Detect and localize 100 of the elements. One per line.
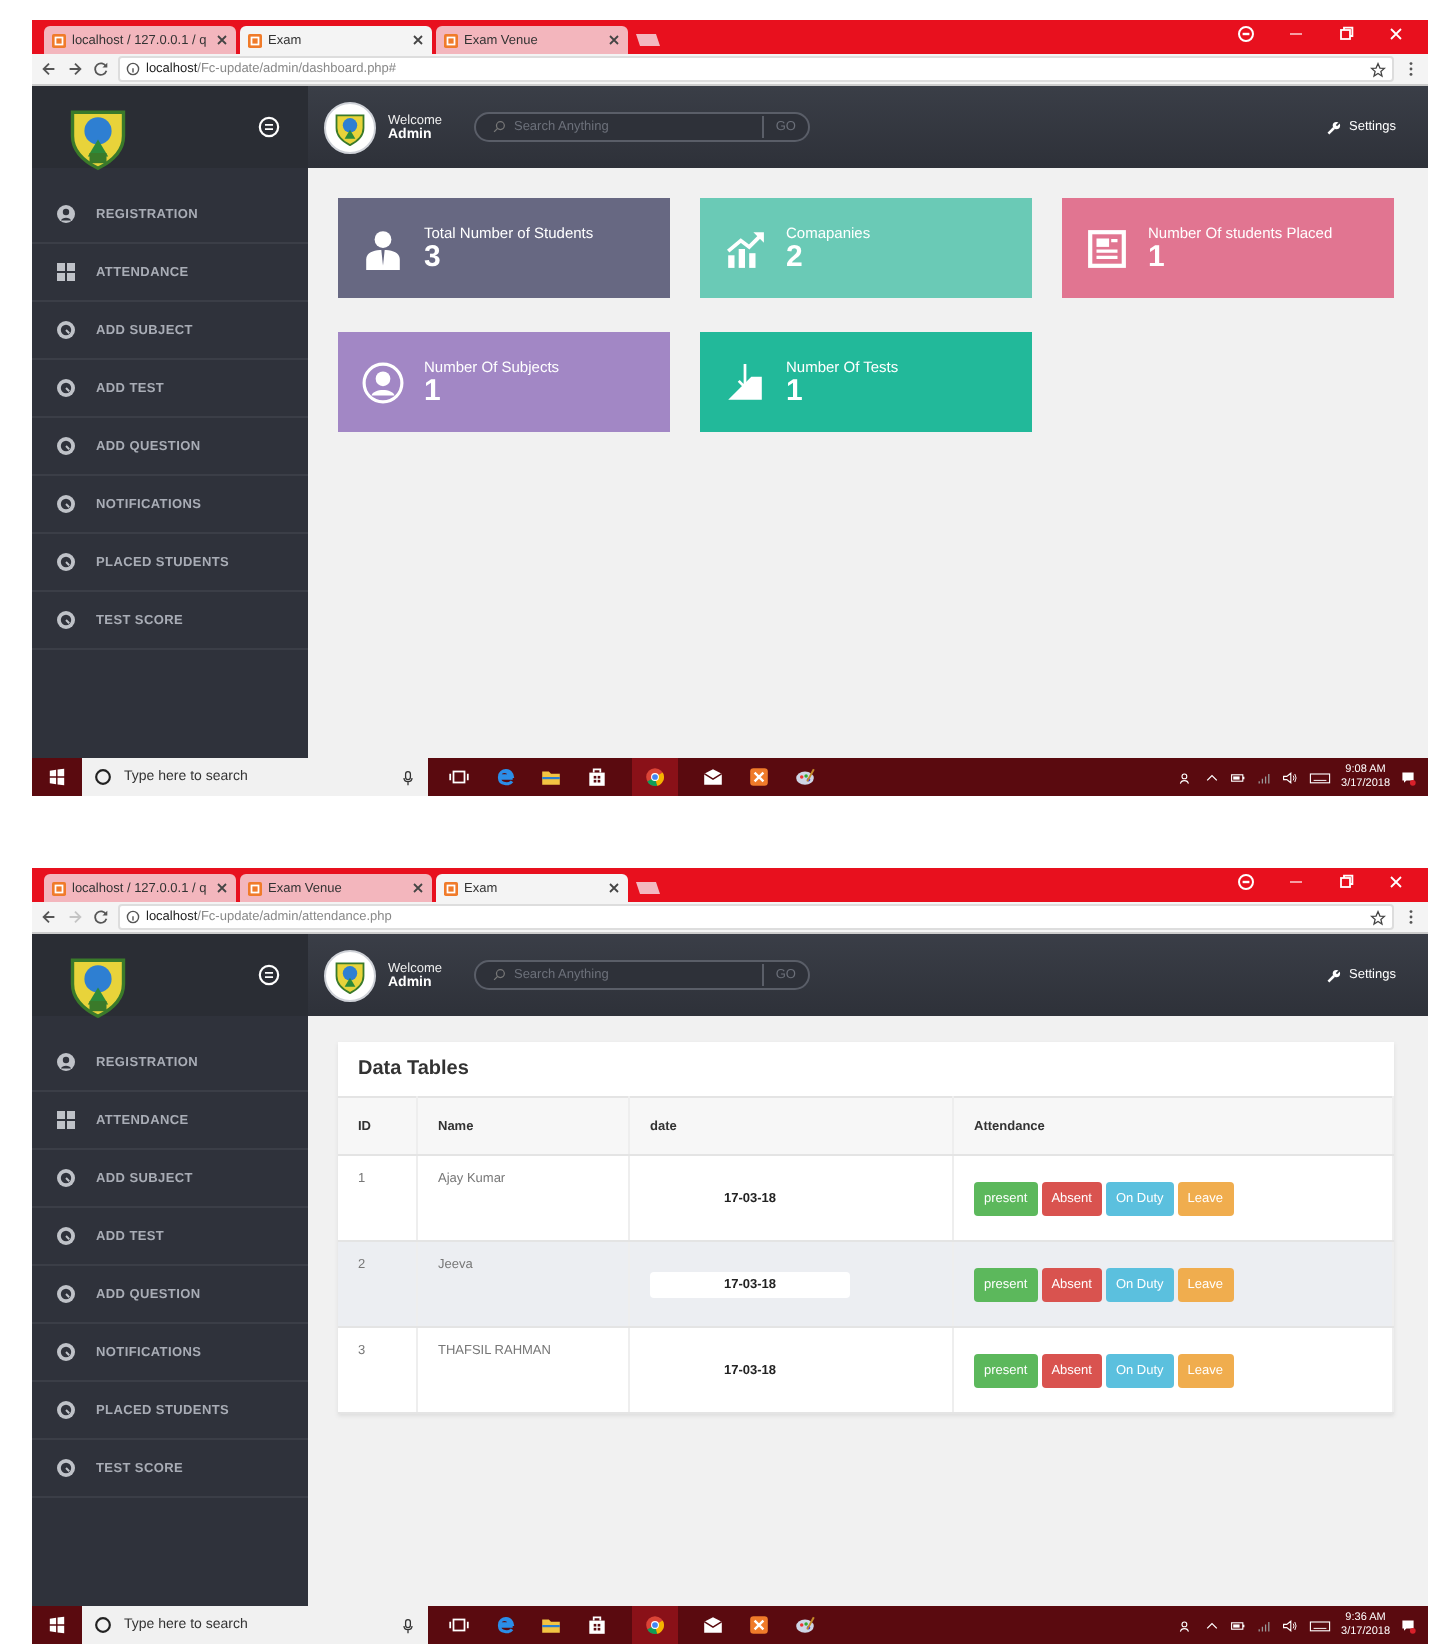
volume-icon[interactable] <box>1281 769 1298 785</box>
card-value: 2 <box>786 242 803 272</box>
reload-icon[interactable] <box>92 60 110 78</box>
card-value: 3 <box>424 242 443 272</box>
folder-icon[interactable] <box>540 766 562 788</box>
task-view-icon[interactable] <box>448 1614 470 1636</box>
shield-logo-icon <box>332 109 368 145</box>
close-icon[interactable] <box>216 34 228 46</box>
keyboard-icon[interactable] <box>1307 1617 1332 1633</box>
gauge-icon <box>56 320 76 340</box>
paint-palette-icon[interactable] <box>794 766 816 788</box>
cortana-icon <box>94 1616 112 1634</box>
user-icon <box>56 1052 76 1072</box>
document-icon <box>1086 227 1128 269</box>
gauge-icon <box>56 610 76 630</box>
info-icon <box>126 62 140 76</box>
favicon-icon <box>444 881 458 895</box>
notification-icon[interactable] <box>1400 769 1416 785</box>
table-title: Data Tables <box>358 1058 469 1080</box>
businessman-icon <box>362 227 404 269</box>
grid-icon <box>56 262 76 282</box>
gauge-icon <box>56 494 76 514</box>
gauge-icon <box>56 1168 76 1188</box>
paint-palette-icon[interactable] <box>794 1614 816 1636</box>
favicon-icon <box>248 33 262 47</box>
xampp-icon[interactable] <box>748 766 770 788</box>
user-icon <box>56 204 76 224</box>
restore-icon[interactable] <box>1336 24 1356 44</box>
gauge-icon <box>56 436 76 456</box>
folder-icon[interactable] <box>540 1614 562 1636</box>
chrome-icon <box>644 766 666 788</box>
favicon-icon <box>444 33 458 47</box>
people-icon[interactable] <box>1177 769 1194 785</box>
close-icon[interactable] <box>216 882 228 894</box>
browser-e-icon[interactable] <box>494 1614 516 1636</box>
shopping-bag-icon[interactable] <box>586 766 608 788</box>
network-icon[interactable] <box>1255 769 1272 785</box>
close-icon[interactable] <box>412 34 424 46</box>
chart-icon <box>724 227 766 269</box>
new-tab-button[interactable] <box>632 32 664 48</box>
close-icon[interactable] <box>412 882 424 894</box>
task-view-icon[interactable] <box>448 766 470 788</box>
restore-icon[interactable] <box>1336 872 1356 892</box>
close-icon[interactable] <box>608 882 620 894</box>
card-value: 1 <box>424 376 443 406</box>
favicon-icon <box>52 33 66 47</box>
download-icon <box>724 361 766 403</box>
battery-icon[interactable] <box>1229 1617 1246 1633</box>
back-arrow-icon[interactable] <box>40 60 58 78</box>
user-icon <box>362 361 404 403</box>
windows-start-icon[interactable] <box>48 768 66 786</box>
cortana-icon <box>94 768 112 786</box>
card-value: 1 <box>786 376 805 406</box>
battery-icon[interactable] <box>1229 769 1246 785</box>
close-icon[interactable] <box>1386 24 1406 44</box>
card-value: 1 <box>1148 242 1167 272</box>
chrome-taskbar-button[interactable] <box>632 758 678 796</box>
volume-icon[interactable] <box>1281 1617 1298 1633</box>
star-icon[interactable] <box>1370 61 1386 77</box>
gauge-icon <box>56 1226 76 1246</box>
notification-icon[interactable] <box>1400 1617 1416 1633</box>
mail-icon[interactable] <box>702 766 724 788</box>
favicon-icon <box>52 881 66 895</box>
close-icon[interactable] <box>608 34 620 46</box>
chrome-icon <box>644 1614 666 1636</box>
keyboard-icon[interactable] <box>1307 769 1332 785</box>
search-icon <box>491 968 506 982</box>
gauge-icon <box>56 1342 76 1362</box>
people-icon[interactable] <box>1177 1617 1194 1633</box>
menu-icon[interactable] <box>258 116 280 138</box>
reload-icon[interactable] <box>92 908 110 926</box>
grid-icon <box>56 1110 76 1130</box>
favicon-icon <box>248 881 262 895</box>
microphone-icon[interactable] <box>400 1617 416 1633</box>
gauge-icon <box>56 378 76 398</box>
forward-arrow-icon[interactable] <box>66 60 84 78</box>
search-icon <box>491 120 506 134</box>
gauge-icon <box>56 1400 76 1420</box>
shopping-bag-icon[interactable] <box>586 1614 608 1636</box>
caret-icon[interactable] <box>1203 769 1220 785</box>
shield-logo-icon <box>332 957 368 993</box>
gauge-icon <box>56 1458 76 1478</box>
back-arrow-icon[interactable] <box>40 908 58 926</box>
network-icon[interactable] <box>1255 1617 1272 1633</box>
star-icon[interactable] <box>1370 909 1386 925</box>
wrench-icon <box>1325 967 1341 983</box>
close-icon[interactable] <box>1386 872 1406 892</box>
info-icon <box>126 910 140 924</box>
windows-start-icon[interactable] <box>48 1616 66 1634</box>
browser-e-icon[interactable] <box>494 766 516 788</box>
microphone-icon[interactable] <box>400 769 416 785</box>
gauge-icon <box>56 552 76 572</box>
wrench-icon <box>1325 119 1341 135</box>
new-tab-button[interactable] <box>632 880 664 896</box>
caret-icon[interactable] <box>1203 1617 1220 1633</box>
chrome-taskbar-button[interactable] <box>632 1606 678 1644</box>
gauge-icon <box>56 1284 76 1304</box>
xampp-icon[interactable] <box>748 1614 770 1636</box>
menu-icon[interactable] <box>258 964 280 986</box>
mail-icon[interactable] <box>702 1614 724 1636</box>
